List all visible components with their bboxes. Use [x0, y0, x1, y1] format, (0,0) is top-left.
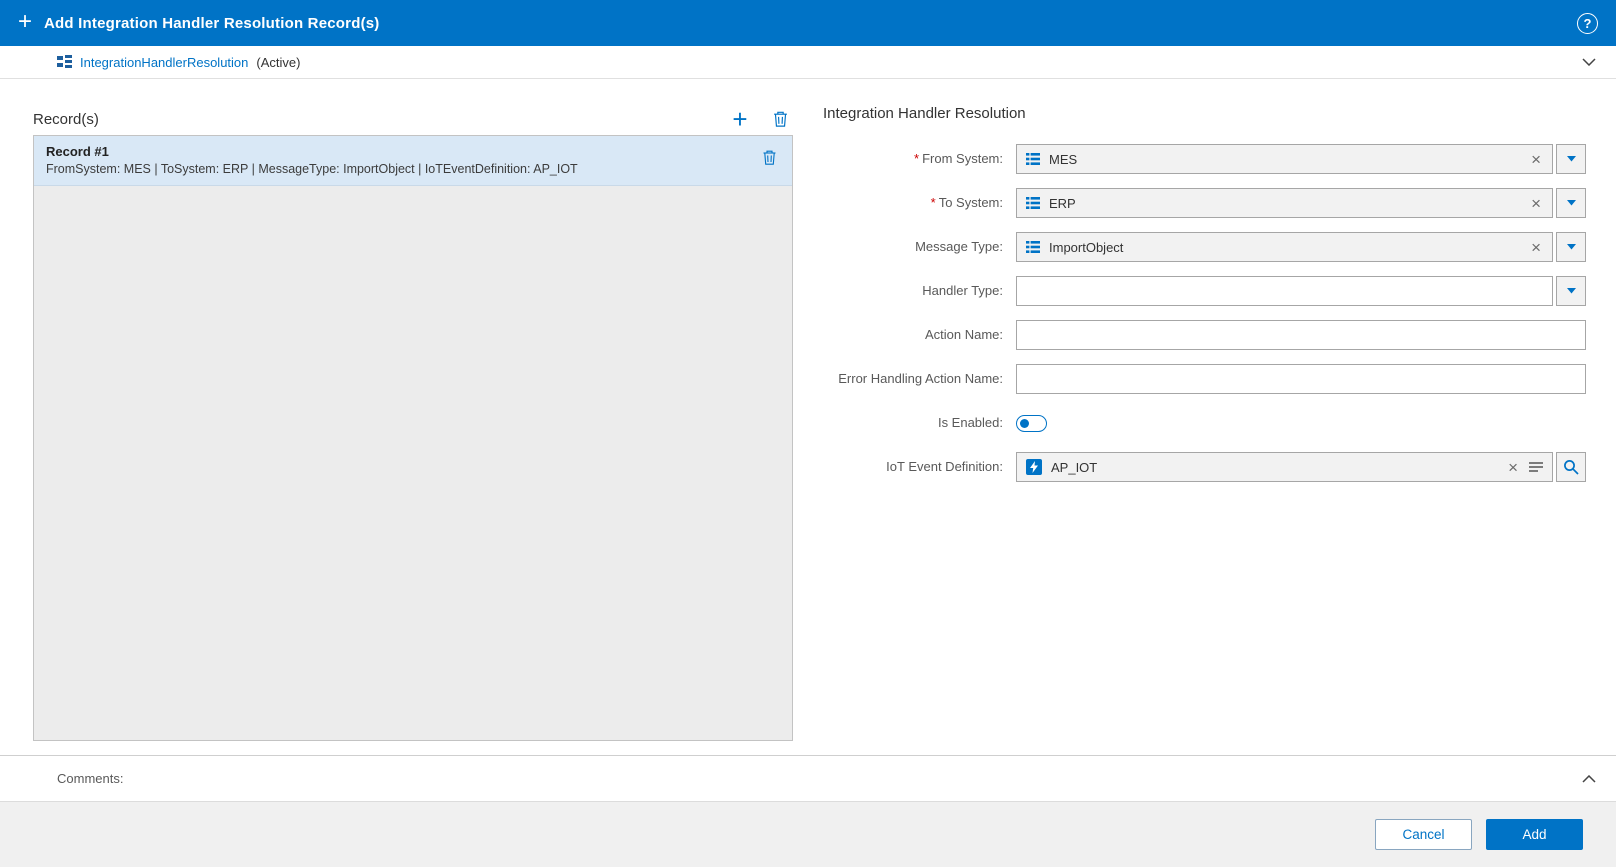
dialog-header: + Add Integration Handler Resolution Rec… [0, 0, 1616, 46]
list-icon [1026, 153, 1040, 165]
action-name-input[interactable] [1016, 320, 1586, 350]
iot-event-definition-row: IoT Event Definition: AP_IOT × [823, 452, 1586, 482]
iot-event-icon [1026, 459, 1042, 475]
to-system-combobox[interactable]: ERP × [1016, 188, 1553, 218]
dropdown-caret-icon [1566, 156, 1576, 162]
records-panel: Record(s) + Record #1 FromSystem: MES | … [33, 103, 793, 755]
delete-record-button[interactable] [758, 147, 780, 167]
subheader-collapse-chevron-icon[interactable] [1582, 58, 1596, 66]
dropdown-caret-icon [1566, 200, 1576, 206]
clear-icon[interactable]: × [1529, 195, 1543, 212]
clear-icon[interactable]: × [1529, 239, 1543, 256]
message-type-combobox[interactable]: ImportObject × [1016, 232, 1553, 262]
to-system-field: ERP × [1016, 188, 1586, 218]
to-system-row: * To System: ERP × [823, 188, 1586, 218]
from-system-label: * From System: [914, 151, 1003, 167]
error-handling-action-name-row: Error Handling Action Name: [823, 364, 1586, 394]
error-handling-action-name-input[interactable] [1016, 364, 1586, 394]
add-button[interactable]: Add [1486, 819, 1583, 850]
list-values-icon[interactable] [1529, 461, 1543, 473]
entity-subheader: IntegrationHandlerResolution (Active) [0, 46, 1616, 79]
record-summary: FromSystem: MES | ToSystem: ERP | Messag… [46, 162, 578, 176]
form-title: Integration Handler Resolution [823, 105, 1026, 122]
delete-records-button[interactable] [767, 106, 793, 132]
message-type-field: ImportObject × [1016, 232, 1586, 262]
cancel-button[interactable]: Cancel [1375, 819, 1472, 850]
handler-type-field [1016, 276, 1586, 306]
to-system-label: * To System: [930, 195, 1003, 211]
dropdown-caret-icon [1566, 244, 1576, 250]
error-handling-action-name-label: Error Handling Action Name: [838, 371, 1003, 387]
from-system-dropdown-button[interactable] [1556, 144, 1586, 174]
entity-status: (Active) [256, 54, 301, 70]
records-header: Record(s) + [33, 103, 793, 135]
handler-type-label: Handler Type: [922, 283, 1003, 299]
dialog-footer: Cancel Add [0, 801, 1616, 867]
trash-icon [773, 111, 787, 127]
record-title: Record #1 [46, 144, 109, 159]
comments-label: Comments: [57, 771, 124, 786]
required-marker: * [914, 151, 920, 167]
record-list: Record #1 FromSystem: MES | ToSystem: ER… [33, 135, 793, 741]
list-icon [1026, 241, 1040, 253]
entity-icon [57, 55, 72, 69]
iot-event-definition-input[interactable]: AP_IOT × [1016, 452, 1553, 482]
clear-icon[interactable]: × [1506, 459, 1520, 476]
message-type-row: Message Type: ImportObject × [823, 232, 1586, 262]
help-icon[interactable]: ? [1577, 12, 1598, 34]
from-system-field: MES × [1016, 144, 1586, 174]
to-system-value: ERP [1049, 195, 1076, 211]
dropdown-caret-icon [1566, 288, 1576, 294]
main-content: Record(s) + Record #1 FromSystem: MES | … [0, 79, 1616, 755]
handler-type-row: Handler Type: [823, 276, 1586, 306]
required-marker: * [930, 195, 936, 211]
trash-icon [763, 150, 775, 165]
handler-type-combobox[interactable] [1016, 276, 1553, 306]
is-enabled-toggle[interactable] [1016, 414, 1047, 432]
action-name-field [1016, 320, 1586, 350]
to-system-dropdown-button[interactable] [1556, 188, 1586, 218]
action-name-label: Action Name: [924, 327, 1003, 343]
dialog-title: Add Integration Handler Resolution Recor… [44, 14, 380, 32]
message-type-dropdown-button[interactable] [1556, 232, 1586, 262]
list-icon [1026, 197, 1040, 209]
add-record-dialog: + Add Integration Handler Resolution Rec… [0, 0, 1616, 867]
handler-type-dropdown-button[interactable] [1556, 276, 1586, 306]
is-enabled-row: Is Enabled: [823, 408, 1586, 438]
detail-form-panel: Integration Handler Resolution * From Sys… [823, 103, 1586, 755]
is-enabled-label: Is Enabled: [937, 415, 1003, 431]
from-system-value: MES [1049, 151, 1078, 167]
iot-event-definition-value: AP_IOT [1051, 459, 1098, 475]
is-enabled-field [1016, 414, 1586, 432]
search-icon [1564, 460, 1579, 475]
message-type-value: ImportObject [1049, 239, 1124, 255]
add-icon: + [18, 7, 33, 35]
add-record-button[interactable]: + [727, 106, 753, 132]
toggle-knob [1020, 418, 1029, 428]
record-item[interactable]: Record #1 FromSystem: MES | ToSystem: ER… [34, 136, 792, 186]
clear-icon[interactable]: × [1529, 151, 1543, 168]
from-system-row: * From System: MES × [823, 144, 1586, 174]
iot-event-definition-field: AP_IOT × [1016, 452, 1586, 482]
from-system-combobox[interactable]: MES × [1016, 144, 1553, 174]
entity-link[interactable]: IntegrationHandlerResolution [80, 55, 248, 70]
action-name-row: Action Name: [823, 320, 1586, 350]
iot-search-button[interactable] [1556, 452, 1586, 482]
record-text: Record #1 FromSystem: MES | ToSystem: ER… [46, 144, 758, 176]
comments-expand-chevron-icon[interactable] [1582, 774, 1596, 783]
iot-event-definition-label: IoT Event Definition: [886, 459, 1003, 475]
message-type-label: Message Type: [915, 239, 1003, 255]
records-title: Record(s) [33, 110, 99, 128]
comments-bar: Comments: [0, 755, 1616, 801]
error-handling-action-name-field [1016, 364, 1586, 394]
